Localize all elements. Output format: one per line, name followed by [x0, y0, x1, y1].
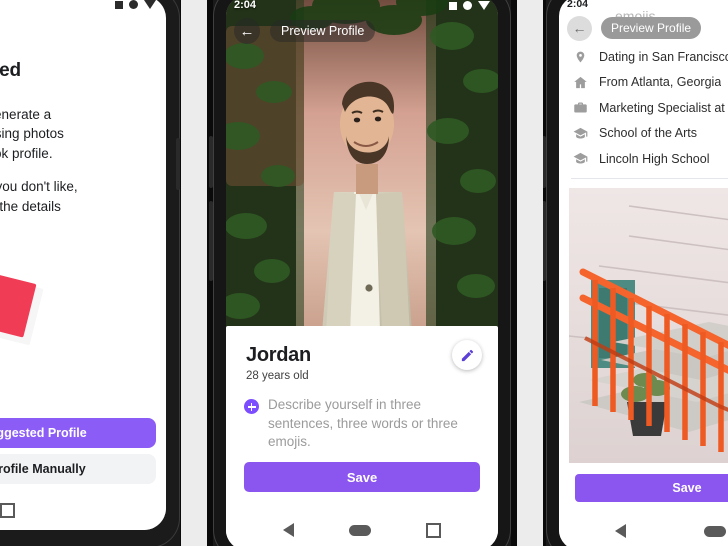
clock: 2:04 — [567, 0, 589, 10]
battery-icon — [144, 0, 156, 9]
center-phone-mockup: 2:04 ← Preview Profile Jordan 28 years o… — [209, 0, 511, 546]
body-paragraph-2: move anything you don't like, otos and a… — [0, 179, 78, 215]
clock: 2:04 — [234, 0, 257, 11]
profile-details-list: Dating in San Francisco, From Atlanta, G… — [559, 44, 728, 172]
pencil-icon — [461, 349, 473, 361]
briefcase-icon — [571, 100, 589, 115]
profile-info-card: Jordan 28 years old Describe yourself in… — [226, 326, 498, 546]
list-item[interactable]: Dating in San Francisco, — [559, 44, 728, 70]
home-icon[interactable] — [348, 524, 371, 536]
home-icon[interactable] — [704, 525, 726, 537]
left-content: ur suggested automatically generate a Da… — [0, 60, 166, 357]
signal-icon — [449, 1, 457, 10]
save-button[interactable]: Save — [244, 462, 480, 492]
power-button[interactable] — [176, 138, 180, 190]
volume-button[interactable] — [209, 201, 213, 281]
back-icon[interactable]: ← — [567, 15, 592, 41]
wifi-icon — [129, 0, 138, 9]
profile-photo — [226, 0, 498, 332]
graduation-cap-icon — [571, 126, 589, 141]
profile-photo-secondary — [569, 188, 728, 463]
top-bar: ← Preview Profile — [226, 16, 498, 46]
create-profile-manually-button[interactable]: ete Profile Manually — [0, 454, 156, 484]
background-gap-left — [181, 0, 207, 546]
right-phone-mockup: 2:04 emojis. ← Preview Profile Dating in… — [542, 0, 728, 546]
page-title: ur suggested — [0, 60, 21, 81]
left-phone-mockup: ur suggested automatically generate a Da… — [0, 0, 180, 546]
list-item-label: School of the Arts — [599, 126, 697, 141]
list-item[interactable]: School of the Arts — [559, 121, 728, 147]
camera-and-photos-illustration — [0, 262, 150, 357]
list-item[interactable]: Lincoln High School — [559, 146, 728, 172]
list-item[interactable]: Marketing Specialist at S — [559, 95, 728, 121]
preview-profile-pill: Preview Profile — [270, 20, 376, 42]
android-nav-bar — [226, 510, 498, 546]
back-icon[interactable]: ← — [234, 18, 260, 44]
save-button[interactable]: Save — [575, 474, 728, 502]
center-phone-screen: 2:04 ← Preview Profile Jordan 28 years o… — [226, 0, 498, 546]
list-item-label: Marketing Specialist at S — [599, 100, 728, 115]
divider — [571, 178, 728, 179]
screenshot-stage: ur suggested automatically generate a Da… — [0, 0, 728, 546]
recents-icon[interactable] — [425, 522, 441, 538]
prompt-placeholder: Describe yourself in three sentences, th… — [268, 397, 458, 450]
android-nav-bar — [559, 512, 728, 546]
profile-prompt[interactable]: Describe yourself in three sentences, th… — [244, 396, 480, 452]
top-bar: ← Preview Profile — [559, 14, 702, 42]
profile-age: 28 years old — [246, 370, 309, 382]
android-nav-bar — [0, 490, 166, 530]
status-bar — [0, 0, 166, 16]
list-item-label: Lincoln High School — [599, 151, 710, 166]
wifi-icon — [463, 1, 472, 10]
left-button-group: w Suggested Profile ete Profile Manually — [0, 418, 166, 484]
back-icon[interactable] — [283, 523, 295, 537]
body-paragraph-1: automatically generate a Dating profile … — [0, 106, 64, 161]
list-item[interactable]: From Atlanta, Georgia — [559, 70, 728, 96]
recents-icon[interactable] — [0, 502, 15, 518]
back-icon[interactable] — [615, 524, 626, 538]
edit-profile-button[interactable] — [452, 340, 482, 370]
list-item-label: From Atlanta, Georgia — [599, 75, 722, 90]
view-suggested-profile-button[interactable]: w Suggested Profile — [0, 418, 156, 448]
preview-profile-pill: Preview Profile — [601, 17, 702, 39]
power-button[interactable] — [209, 136, 213, 188]
right-phone-screen: 2:04 emojis. ← Preview Profile Dating in… — [559, 0, 728, 546]
graduation-cap-icon — [571, 151, 589, 166]
add-icon — [244, 399, 259, 414]
list-item-label: Dating in San Francisco, — [599, 49, 728, 64]
location-pin-icon — [571, 49, 589, 65]
home-icon — [571, 75, 589, 90]
left-phone-screen: ur suggested automatically generate a Da… — [0, 0, 166, 530]
signal-icon — [115, 0, 123, 9]
battery-icon — [478, 1, 490, 10]
background-gap-right — [517, 0, 543, 546]
